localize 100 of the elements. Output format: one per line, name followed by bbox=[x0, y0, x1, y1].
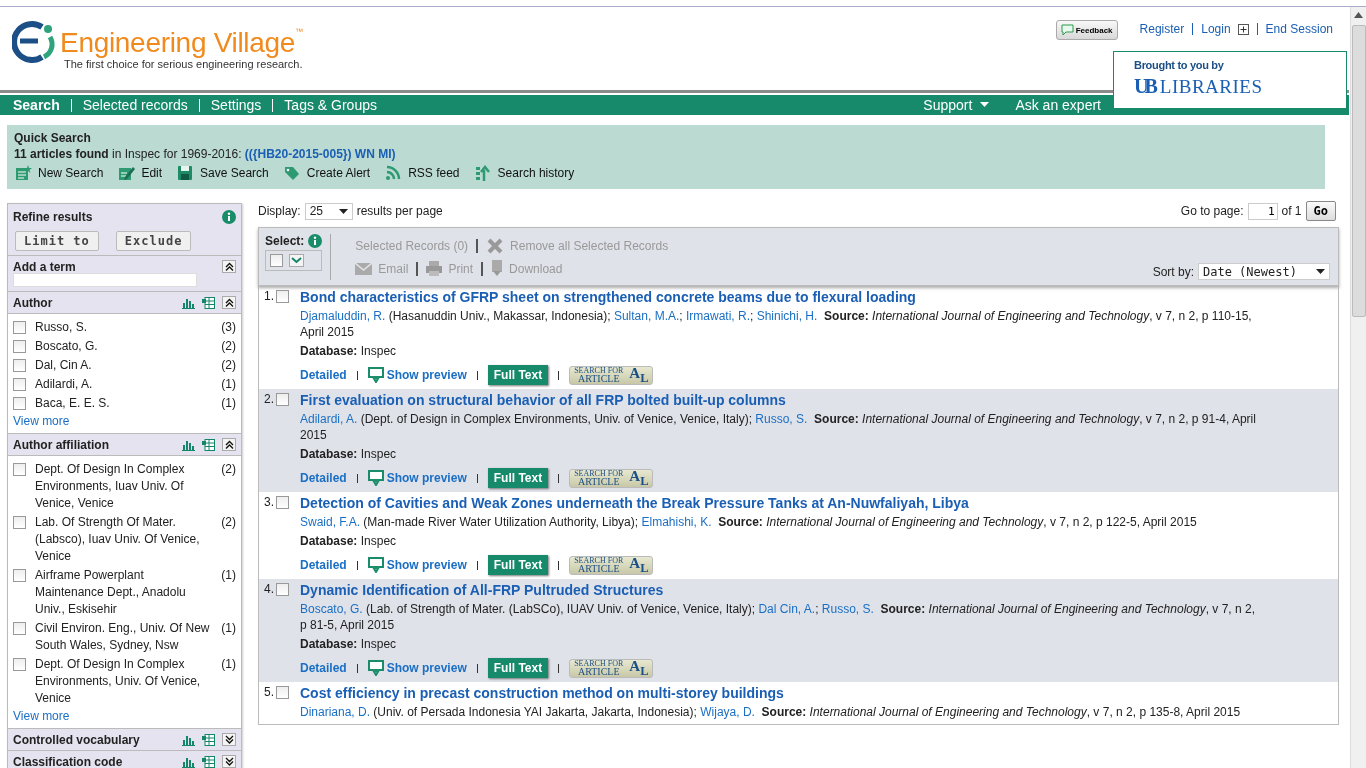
facet-checkbox[interactable] bbox=[13, 397, 26, 410]
rss-search-icon[interactable] bbox=[384, 164, 403, 182]
new-search-icon[interactable] bbox=[14, 164, 32, 182]
detailed-link[interactable]: Detailed bbox=[300, 471, 347, 485]
record-checkbox[interactable] bbox=[276, 686, 289, 699]
header-link[interactable]: Login bbox=[1201, 22, 1231, 36]
facet-checkbox[interactable] bbox=[13, 359, 26, 372]
go-button[interactable]: Go bbox=[1305, 201, 1336, 221]
record-checkbox[interactable] bbox=[276, 583, 289, 596]
facet-checkbox[interactable] bbox=[13, 463, 26, 476]
author-link[interactable]: Shinichi, H. bbox=[756, 309, 818, 323]
search-action[interactable]: Save Search bbox=[176, 164, 269, 182]
expand-icon[interactable] bbox=[1237, 23, 1249, 35]
facet-checkbox[interactable] bbox=[13, 569, 26, 582]
search-action[interactable]: Create Alert bbox=[282, 164, 371, 182]
feedback-button[interactable]: Feedback bbox=[1055, 20, 1118, 40]
download-icon[interactable] bbox=[491, 260, 504, 277]
info-icon[interactable] bbox=[308, 234, 323, 248]
info-icon[interactable] bbox=[222, 210, 236, 224]
save-search-icon[interactable] bbox=[176, 164, 195, 182]
author-link[interactable]: Russo, S. bbox=[755, 412, 808, 426]
facet-checkbox[interactable] bbox=[13, 516, 26, 529]
facet-checkbox[interactable] bbox=[13, 378, 26, 391]
author-link[interactable]: Dinariana, D. bbox=[300, 705, 371, 719]
view-more-link[interactable]: View more bbox=[13, 709, 236, 724]
author-link[interactable]: Wijaya, D. bbox=[700, 705, 755, 719]
nav-link[interactable]: Ask an expert bbox=[1015, 97, 1101, 113]
nav-tab[interactable]: Tags & Groups bbox=[284, 97, 377, 113]
show-preview-link[interactable]: Show preview bbox=[367, 660, 467, 676]
query-link[interactable]: (({HB20-2015-005}) WN MI) bbox=[244, 147, 396, 161]
dropdown-icon[interactable] bbox=[289, 254, 304, 267]
search-action[interactable]: RSS feed bbox=[384, 164, 460, 182]
table-icon[interactable] bbox=[202, 296, 215, 309]
record-title-link[interactable]: First evaluation on structural behavior of all FRP bolted built-up columns bbox=[300, 392, 1262, 408]
detailed-link[interactable]: Detailed bbox=[300, 368, 347, 382]
bar-chart-icon[interactable] bbox=[182, 438, 195, 451]
record-checkbox[interactable] bbox=[276, 290, 289, 303]
facet-checkbox[interactable] bbox=[13, 340, 26, 353]
page-input[interactable]: 1 bbox=[1247, 202, 1278, 220]
nav-tab[interactable]: Settings bbox=[210, 97, 262, 113]
alert-search-icon[interactable] bbox=[282, 164, 301, 182]
expand-button[interactable] bbox=[222, 755, 236, 768]
show-preview-link[interactable]: Show preview bbox=[367, 367, 467, 383]
refine-button[interactable]: Exclude bbox=[115, 231, 192, 251]
preview-icon[interactable] bbox=[367, 660, 385, 676]
caret-icon[interactable] bbox=[338, 208, 348, 214]
caret-icon[interactable] bbox=[1316, 269, 1325, 274]
nav-tab[interactable]: Selected records bbox=[82, 97, 188, 113]
search-action[interactable]: New Search bbox=[14, 164, 104, 182]
bar-chart-icon[interactable] bbox=[182, 755, 195, 768]
expand-button[interactable] bbox=[222, 733, 236, 746]
preview-icon[interactable] bbox=[367, 470, 385, 486]
history-search-icon[interactable] bbox=[473, 164, 492, 182]
record-title-link[interactable]: Dynamic Identification of All-FRP Pultruded Structures bbox=[300, 582, 1262, 598]
record-checkbox[interactable] bbox=[276, 393, 289, 406]
collapse-button[interactable] bbox=[222, 296, 236, 309]
full-text-button[interactable]: Full Text bbox=[487, 555, 549, 575]
author-link[interactable]: Djamaluddin, R. bbox=[300, 309, 386, 323]
cross-icon[interactable] bbox=[486, 236, 505, 255]
author-link[interactable]: Irmawati, R. bbox=[686, 309, 750, 323]
show-preview-link[interactable]: Show preview bbox=[367, 470, 467, 486]
preview-icon[interactable] bbox=[367, 557, 385, 573]
sort-select[interactable]: Date (Newest) bbox=[1198, 263, 1330, 280]
scrollbar[interactable] bbox=[1350, 7, 1366, 768]
facet-checkbox[interactable] bbox=[13, 658, 26, 671]
record-checkbox[interactable] bbox=[276, 496, 289, 509]
header-link[interactable]: Register bbox=[1139, 22, 1185, 36]
record-title-link[interactable]: Cost efficiency in precast construction method on multi-storey buildings bbox=[300, 685, 1262, 701]
term-input[interactable] bbox=[13, 273, 197, 287]
table-icon[interactable] bbox=[202, 755, 215, 768]
select-all-checkbox[interactable] bbox=[270, 254, 283, 267]
author-link[interactable]: Elmahishi, K. bbox=[641, 515, 712, 529]
printer-icon[interactable] bbox=[426, 261, 443, 276]
bar-chart-icon[interactable] bbox=[182, 733, 195, 746]
nav-tab[interactable]: Search bbox=[13, 97, 60, 113]
author-link[interactable]: Swaid, F.A. bbox=[300, 515, 361, 529]
table-icon[interactable] bbox=[202, 438, 215, 451]
detailed-link[interactable]: Detailed bbox=[300, 558, 347, 572]
nav-link[interactable]: Support bbox=[923, 97, 990, 113]
record-title-link[interactable]: Detection of Cavities and Weak Zones underneath the Break Pressure Tanks at An-Nuwfaliyah, Libya bbox=[300, 495, 1262, 511]
author-link[interactable]: Boscato, G. bbox=[300, 602, 363, 616]
detailed-link[interactable]: Detailed bbox=[300, 661, 347, 675]
author-link[interactable]: Adilardi, A. bbox=[300, 412, 358, 426]
edit-search-icon[interactable] bbox=[117, 164, 136, 182]
select-all-control[interactable] bbox=[265, 250, 323, 271]
search-action[interactable]: Search history bbox=[473, 164, 575, 182]
refine-button[interactable]: Limit to bbox=[15, 231, 99, 251]
facet-checkbox[interactable] bbox=[13, 622, 26, 635]
bar-chart-icon[interactable] bbox=[182, 296, 195, 309]
record-title-link[interactable]: Bond characteristics of GFRP sheet on strengthened concrete beams due to flexural loading bbox=[300, 289, 1262, 305]
full-text-button[interactable]: Full Text bbox=[487, 365, 549, 385]
table-icon[interactable] bbox=[202, 733, 215, 746]
full-text-button[interactable]: Full Text bbox=[487, 658, 549, 678]
show-preview-link[interactable]: Show preview bbox=[367, 557, 467, 573]
header-link[interactable]: End Session bbox=[1265, 22, 1333, 36]
collapse-button[interactable] bbox=[222, 260, 236, 273]
scroll-up-icon[interactable] bbox=[1354, 12, 1363, 18]
page-size-select[interactable]: 25 bbox=[304, 202, 353, 220]
view-more-link[interactable]: View more bbox=[13, 414, 236, 429]
author-link[interactable]: Dal Cin, A. bbox=[758, 602, 816, 616]
